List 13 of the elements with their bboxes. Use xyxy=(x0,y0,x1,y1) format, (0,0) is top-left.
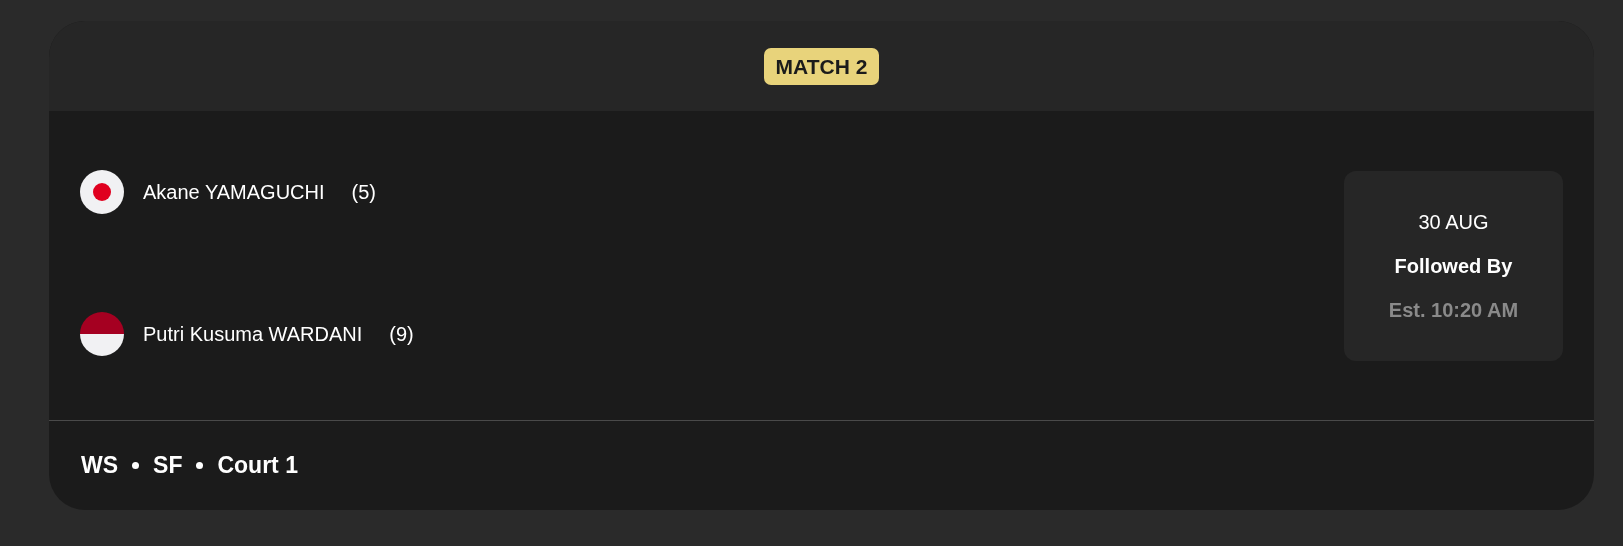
player-name: Akane YAMAGUCHI xyxy=(143,179,325,205)
estimated-time: Est. 10:20 AM xyxy=(1388,297,1519,323)
followed-by-label: Followed By xyxy=(1394,253,1513,279)
match-date: 30 AUG xyxy=(1418,209,1489,235)
flag-icon xyxy=(80,311,124,356)
player-seed: (5) xyxy=(351,179,376,205)
player-seed: (9) xyxy=(389,321,414,347)
match-badge: MATCH 2 xyxy=(763,47,880,85)
player-name: Putri Kusuma WARDANI xyxy=(143,321,363,347)
footer-label: WS xyxy=(81,451,119,481)
footer-label: SF xyxy=(153,451,183,481)
footer-label: Court 1 xyxy=(217,451,298,481)
flag-icon xyxy=(80,169,124,214)
